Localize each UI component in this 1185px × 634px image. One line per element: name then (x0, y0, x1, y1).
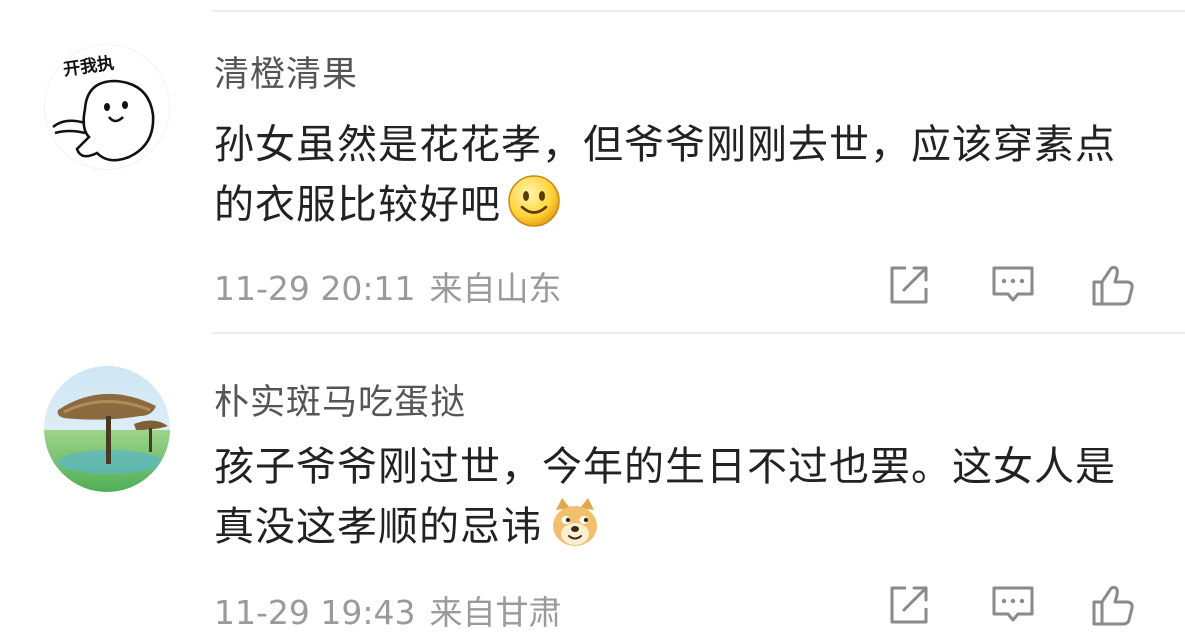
comment-meta: 11-29 20:11 来自山东 (214, 262, 561, 310)
share-icon[interactable] (886, 582, 932, 628)
comment-time: 11-29 19:43 (214, 593, 416, 632)
comment-icon[interactable] (990, 262, 1036, 308)
comment-time: 11-29 20:11 (214, 269, 416, 308)
username[interactable]: 清橙清果 (214, 46, 358, 97)
comment-text: 孙女虽然是花花孝，但爷爷刚刚去世，应该穿素点的衣服比较好吧 (214, 116, 1134, 234)
thumbs-up-icon[interactable] (1090, 582, 1136, 628)
share-icon[interactable] (886, 262, 932, 308)
comment-item: 开我执 清橙清果 孙女虽然是花花孝，但爷爷刚刚去世，应该穿素点的衣服比较好吧 1… (0, 0, 1185, 334)
comment-icon[interactable] (990, 582, 1036, 628)
username[interactable]: 朴实斑马吃蛋挞 (214, 374, 466, 425)
comment-body: 孩子爷爷刚过世，今年的生日不过也罢。这女人是真没这孝顺的忌讳 (214, 444, 1116, 550)
comment-body: 孙女虽然是花花孝，但爷爷刚刚去世，应该穿素点的衣服比较好吧 (214, 122, 1116, 228)
avatar-doodle-icon: 开我执 (45, 45, 169, 169)
avatar[interactable]: 开我执 (44, 44, 170, 170)
comment-location: 来自甘肃 (429, 593, 562, 632)
thumbs-up-icon[interactable] (1090, 262, 1136, 308)
comment-location: 来自山东 (429, 269, 562, 308)
avatar[interactable] (44, 366, 170, 492)
comment-item: 朴实斑马吃蛋挞 孩子爷爷刚过世，今年的生日不过也罢。这女人是真没这孝顺的忌讳 1… (0, 334, 1185, 632)
smile-emoji-icon (507, 174, 561, 228)
comment-meta: 11-29 19:43 来自甘肃 (214, 586, 561, 634)
beach-umbrella-photo-icon (44, 366, 170, 492)
doge-emoji-icon (548, 496, 602, 550)
comment-text: 孩子爷爷刚过世，今年的生日不过也罢。这女人是真没这孝顺的忌讳 (214, 438, 1134, 556)
